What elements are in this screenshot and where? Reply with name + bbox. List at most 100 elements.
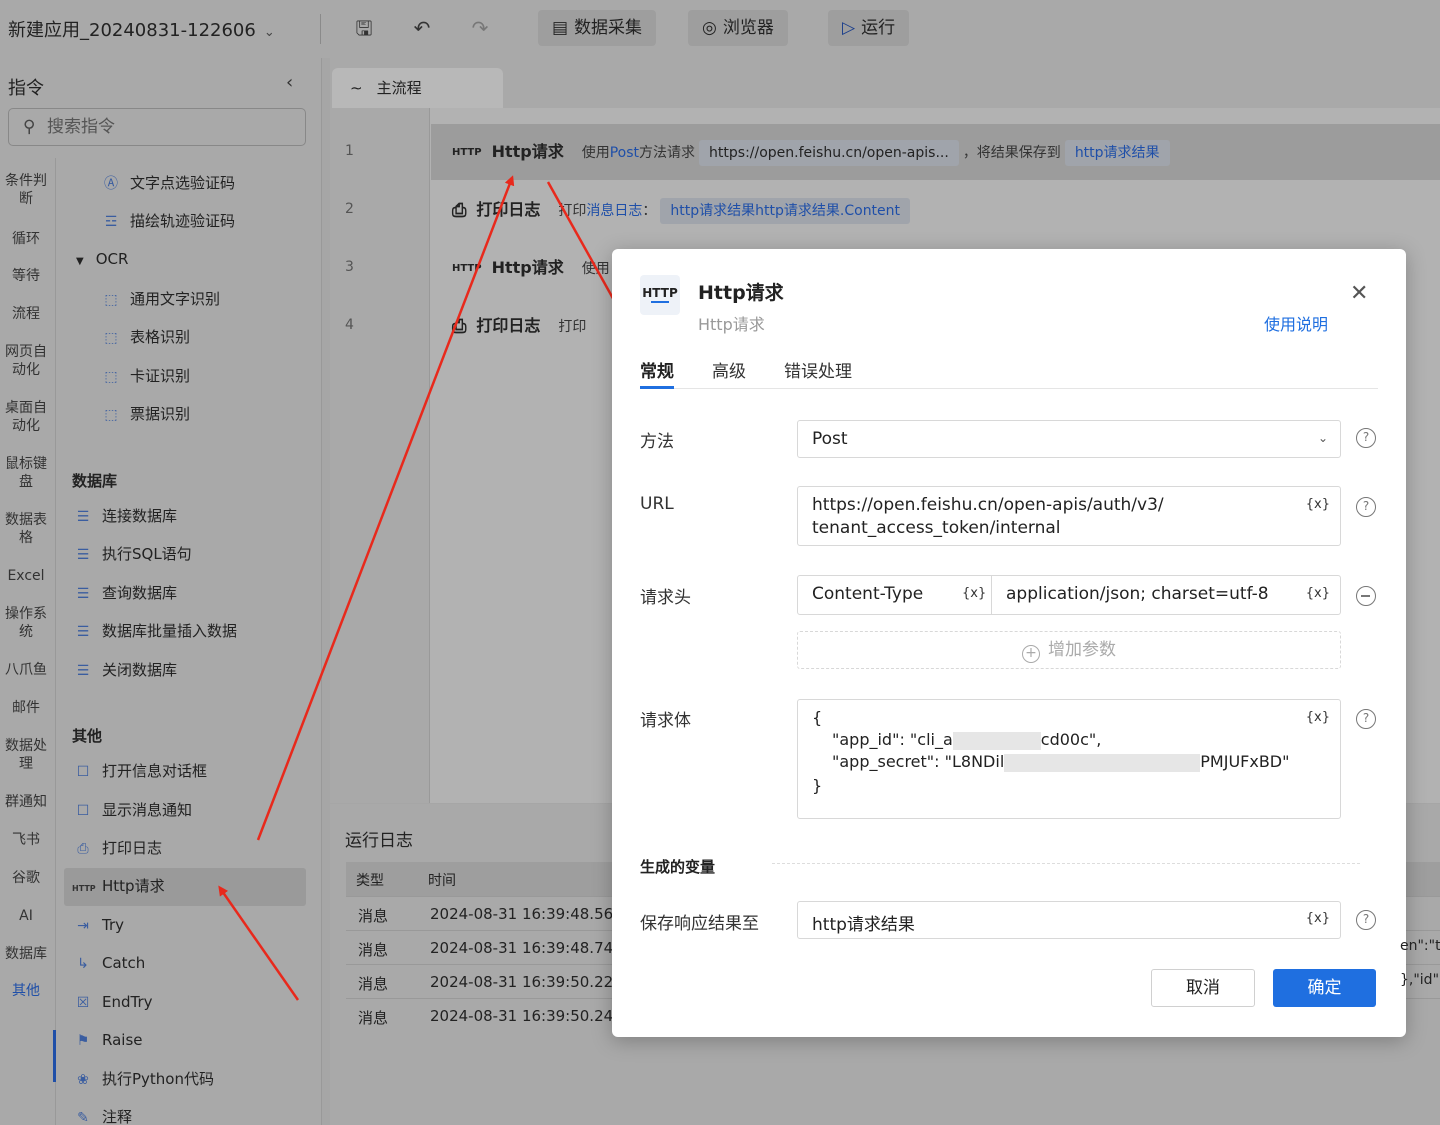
command-label: 显示消息通知 — [102, 801, 193, 819]
command-item[interactable]: ✎ 注释 — [72, 1099, 132, 1125]
header-value-variable-icon[interactable]: {x} — [1306, 586, 1330, 601]
header-key-input[interactable]: Content-Type — [812, 584, 923, 604]
category-column — [0, 158, 56, 1125]
run-button[interactable]: ▷ 运行 — [828, 10, 910, 46]
command-item[interactable]: HTTP Http请求 — [72, 868, 165, 904]
category-item[interactable]: 流程 — [0, 305, 52, 323]
command-icon: ☐ — [76, 764, 90, 780]
command-item[interactable]: ⬚ 卡证识别 — [100, 358, 190, 394]
header-value-input[interactable]: application/json; charset=utf-8 — [1006, 584, 1269, 604]
body-app-secret-suffix: PMJUFxBD" — [1200, 752, 1290, 771]
flow-step[interactable]: ⎙ 打印日志 打印消息日志： http请求结果http请求结果.Content — [452, 195, 914, 225]
usage-help-link[interactable]: 使用说明 — [1264, 311, 1328, 335]
command-item[interactable]: ☰ 执行SQL语句 — [72, 536, 192, 572]
flow-step[interactable]: HTTP Http请求 使用 — [452, 253, 610, 283]
command-icon: ☰ — [76, 509, 90, 525]
command-item[interactable]: ☰ 查询数据库 — [72, 575, 177, 611]
collapse-sidebar-icon[interactable]: ‹ — [286, 72, 293, 93]
category-item[interactable]: 网页自动化 — [0, 343, 52, 379]
method-help-icon[interactable]: ? — [1356, 428, 1376, 448]
command-item[interactable]: ❀ 执行Python代码 — [72, 1061, 214, 1097]
tab-general[interactable]: 常规 — [640, 357, 674, 382]
header-key-variable-icon[interactable]: {x} — [962, 586, 986, 601]
category-item[interactable]: 操作系统 — [0, 605, 52, 641]
command-label: 注释 — [102, 1108, 133, 1125]
url-field[interactable]: https://open.feishu.cn/open-apis/auth/v3… — [797, 486, 1341, 546]
request-header-label: 请求头 — [640, 588, 691, 608]
request-body-field[interactable]: { "app_id": "cli_a cd00c", "app_secret": … — [797, 699, 1341, 819]
command-item[interactable]: Ⓐ 文字点选验证码 — [100, 165, 235, 201]
command-item[interactable]: ☰ 关闭数据库 — [72, 652, 177, 688]
category-item[interactable]: 数据库 — [0, 945, 52, 963]
category-item[interactable]: 桌面自动化 — [0, 399, 52, 435]
data-collect-button[interactable]: ▤ 数据采集 — [538, 10, 657, 46]
save-result-variable-icon[interactable]: {x} — [1306, 911, 1330, 926]
command-item[interactable]: ⬚ 表格识别 — [100, 319, 190, 355]
command-item[interactable]: ☒ EndTry — [72, 984, 153, 1020]
command-label: 执行Python代码 — [102, 1070, 214, 1088]
confirm-button[interactable]: 确定 — [1273, 969, 1376, 1007]
browser-button[interactable]: ◎ 浏览器 — [688, 10, 788, 46]
add-param-button[interactable]: + 增加参数 — [797, 631, 1341, 669]
url-chip[interactable]: https://open.feishu.cn/open-apis... — [699, 140, 959, 166]
save-result-help-icon[interactable]: ? — [1356, 910, 1376, 930]
url-help-icon[interactable]: ? — [1356, 497, 1376, 517]
undo-icon[interactable]: ↶ — [410, 16, 434, 40]
category-item[interactable]: 其他 — [0, 982, 52, 1000]
tab-advanced[interactable]: 高级 — [712, 357, 746, 382]
category-item[interactable]: 数据表格 — [0, 511, 52, 547]
chevron-down-icon[interactable]: ⌄ — [264, 25, 275, 40]
close-icon[interactable]: ✕ — [1350, 281, 1368, 306]
category-item[interactable]: 八爪鱼 — [0, 661, 52, 679]
save-icon[interactable]: 🖫 — [352, 16, 376, 40]
category-item[interactable]: Excel — [0, 567, 52, 585]
http-logo-text: HTTP — [642, 286, 678, 300]
body-app-id-suffix: cd00c", — [1040, 730, 1102, 749]
cancel-button[interactable]: 取消 — [1151, 969, 1255, 1007]
category-item[interactable]: 循环 — [0, 230, 52, 248]
command-item[interactable]: ☰ 连接数据库 — [72, 498, 177, 534]
category-item[interactable]: 邮件 — [0, 699, 52, 717]
command-item[interactable]: ⚑ Raise — [72, 1022, 143, 1058]
command-item[interactable]: ⬚ 票据识别 — [100, 396, 190, 432]
category-item[interactable]: 飞书 — [0, 831, 52, 849]
category-item[interactable]: 条件判断 — [0, 172, 52, 208]
method-select[interactable]: Post ⌄ — [797, 420, 1341, 458]
command-label: 文字点选验证码 — [130, 174, 236, 192]
log-type: 消息 — [358, 941, 389, 959]
flow-step[interactable]: ⎙ 打印日志 打印 — [452, 311, 586, 341]
remove-header-icon[interactable] — [1356, 586, 1376, 606]
ocr-group[interactable]: ▼ OCR — [76, 250, 128, 268]
category-item[interactable]: 谷歌 — [0, 869, 52, 887]
request-header-row: Content-Type {x} application/json; chars… — [797, 575, 1341, 615]
command-item[interactable]: ⇥ Try — [72, 907, 124, 943]
log-time: 2024-08-31 16:39:50.240 — [430, 1007, 623, 1025]
variable-chip[interactable]: http请求结果http请求结果.Content — [660, 198, 911, 224]
command-item[interactable]: ☐ 显示消息通知 — [72, 792, 192, 828]
category-item[interactable]: 数据处理 — [0, 737, 52, 773]
tab-main-flow[interactable]: ∼ 主流程 — [332, 68, 503, 108]
command-item[interactable]: ☐ 打开信息对话框 — [72, 753, 207, 789]
variable-icon[interactable]: {x} — [1306, 497, 1330, 512]
command-item[interactable]: ⬚ 通用文字识别 — [100, 281, 220, 317]
redo-icon[interactable]: ↷ — [468, 16, 492, 40]
body-variable-icon[interactable]: {x} — [1306, 710, 1330, 725]
app-title[interactable]: 新建应用_20240831-122606 ⌄ — [8, 16, 275, 42]
command-item[interactable]: ☰ 数据库批量插入数据 — [72, 613, 237, 649]
step-desc-post: ，将结果保存到 — [962, 145, 1061, 161]
command-item[interactable]: ⎙ 打印日志 — [72, 830, 162, 866]
category-item[interactable]: 等待 — [0, 267, 52, 285]
line-number: 4 — [345, 317, 354, 333]
flow-step[interactable]: HTTP Http请求 使用Post方法请求 https://open.feishu.… — [452, 137, 1174, 167]
save-result-field[interactable]: http请求结果 {x} — [797, 901, 1341, 939]
body-help-icon[interactable]: ? — [1356, 709, 1376, 729]
command-item[interactable]: ↳ Catch — [72, 945, 145, 981]
variable-chip[interactable]: http请求结果 — [1064, 140, 1170, 166]
command-item[interactable]: ☲ 描绘轨迹验证码 — [100, 203, 235, 239]
category-item[interactable]: AI — [0, 907, 52, 925]
category-item[interactable]: 鼠标键盘 — [0, 455, 52, 491]
search-input[interactable]: ⚲ 搜索指令 — [8, 108, 306, 146]
tab-error-handling[interactable]: 错误处理 — [784, 357, 852, 382]
browser-icon: ◎ — [702, 18, 717, 38]
category-item[interactable]: 群通知 — [0, 793, 52, 811]
